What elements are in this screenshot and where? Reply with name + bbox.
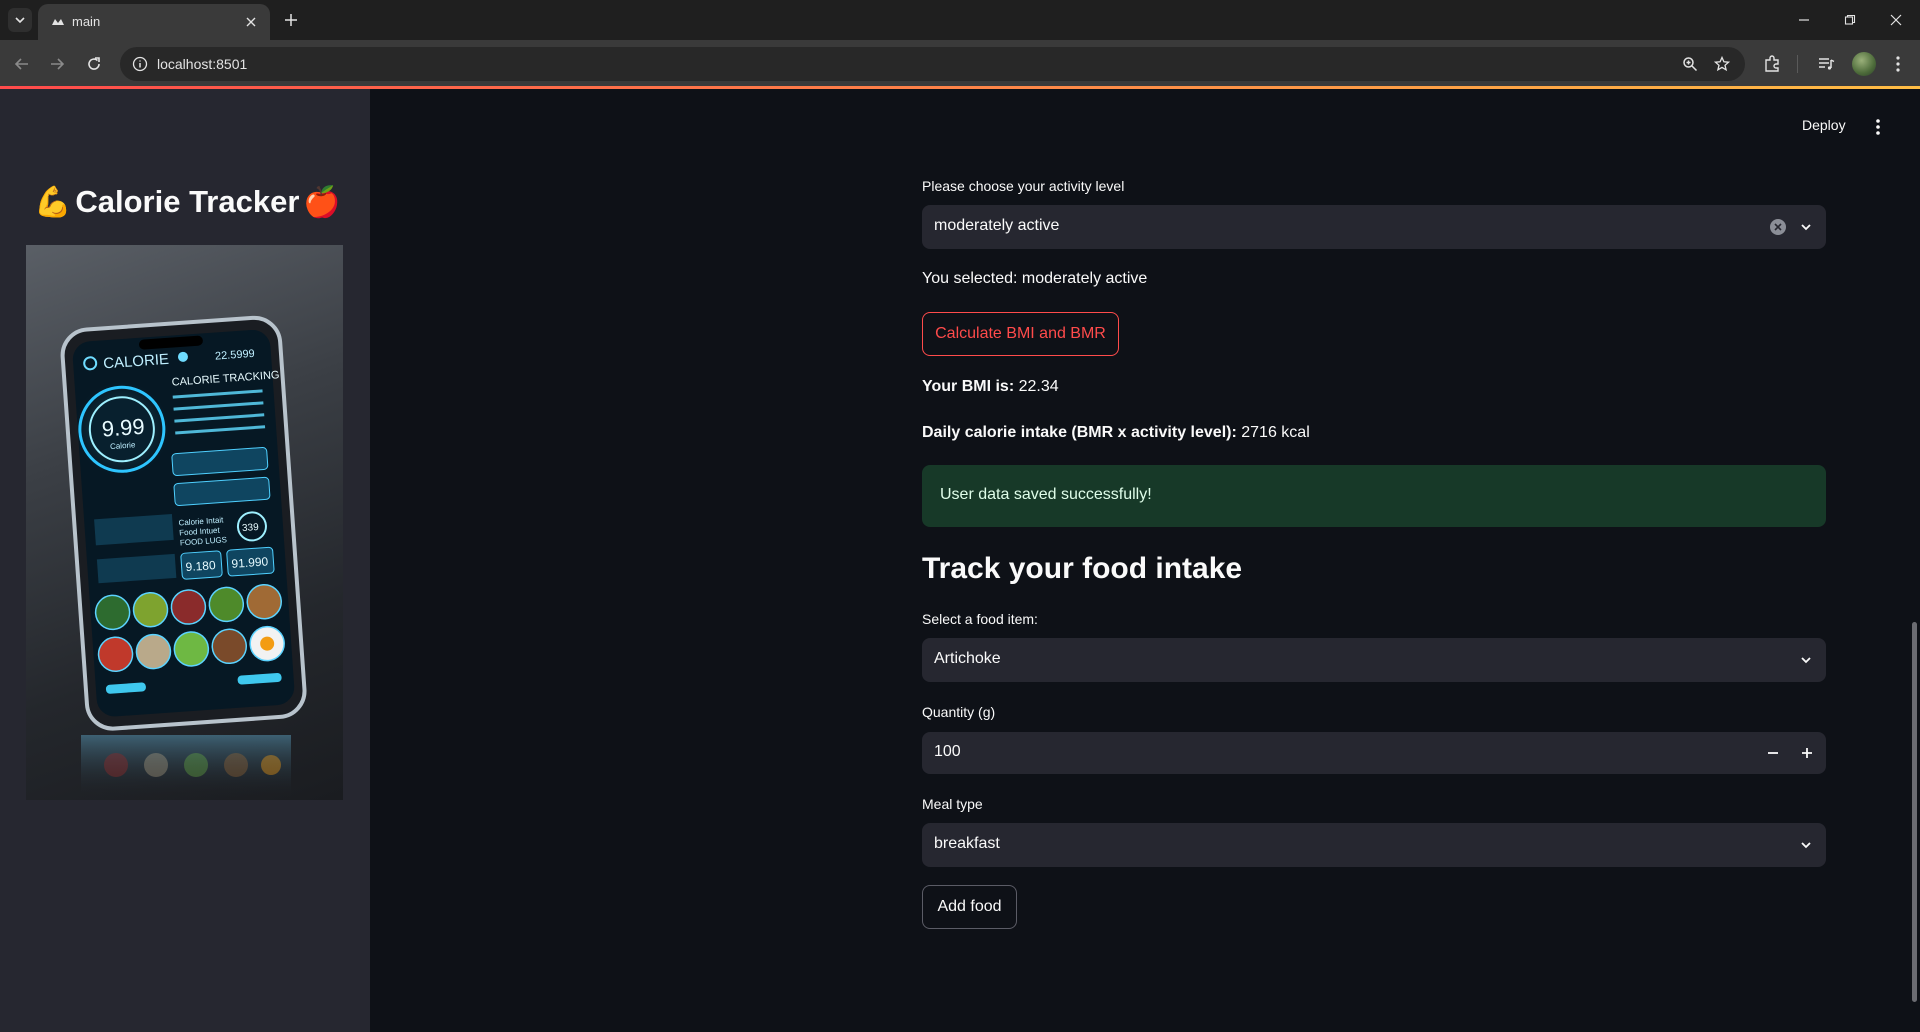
arrow-left-icon xyxy=(14,58,28,70)
hero-tile-value-2: 91.990 xyxy=(231,554,269,571)
site-info-icon[interactable] xyxy=(130,54,150,74)
app-menu-icon[interactable] xyxy=(1868,115,1888,139)
calorie-intake-result: Daily calorie intake (BMR x activity lev… xyxy=(922,424,1310,442)
media-control-icon[interactable] xyxy=(1814,52,1838,76)
chevron-down-icon xyxy=(1796,650,1816,670)
sidebar-title-text: Calorie Tracker xyxy=(75,184,300,219)
food-item-value: Artichoke xyxy=(934,650,1001,667)
bmi-result: Your BMI is: 22.34 xyxy=(922,378,1059,396)
reload-icon xyxy=(88,57,100,70)
tab-strip: main xyxy=(0,0,1920,40)
bmi-value: 22.34 xyxy=(1018,378,1059,395)
calculate-bmi-bmr-button[interactable]: Calculate BMI and BMR xyxy=(922,312,1119,356)
success-alert-text: User data saved successfully! xyxy=(940,486,1152,503)
success-alert: User data saved successfully! xyxy=(922,465,1826,527)
hero-tile-value-1: 9.180 xyxy=(185,558,216,574)
sidebar: 💪 Calorie Tracker 🍎 CALORIE 22.5999 9.99… xyxy=(0,89,370,1032)
bmi-label: Your BMI is: xyxy=(922,378,1015,395)
track-food-heading: Track your food intake xyxy=(922,552,1243,585)
minus-icon xyxy=(1768,752,1778,754)
apple-icon: 🍎 xyxy=(303,185,341,219)
quantity-input[interactable]: 100 xyxy=(922,732,1826,774)
main-scrollbar[interactable] xyxy=(1912,622,1917,1002)
activity-level-value: moderately active xyxy=(934,217,1060,234)
streamlit-favicon-icon xyxy=(52,19,64,25)
sidebar-title: 💪 Calorie Tracker 🍎 xyxy=(34,184,341,220)
meal-type-label: Meal type xyxy=(922,796,983,812)
browser-toolbar: localhost:8501 xyxy=(0,40,1920,87)
back-button[interactable] xyxy=(10,52,34,76)
deploy-button[interactable]: Deploy xyxy=(1802,117,1846,133)
meal-type-select[interactable]: breakfast xyxy=(922,823,1826,867)
extensions-icon[interactable] xyxy=(1760,52,1784,76)
calorie-intake-label: Daily calorie intake (BMR x activity lev… xyxy=(922,424,1237,441)
meal-type-value: breakfast xyxy=(934,835,1000,852)
profile-avatar[interactable] xyxy=(1852,52,1876,76)
calorie-app-hero-image: CALORIE 22.5999 9.99 Calorie CALORIE TRA… xyxy=(26,245,343,800)
quantity-value: 100 xyxy=(934,743,961,760)
tab-search-button[interactable] xyxy=(8,8,32,32)
restore-icon xyxy=(1844,14,1856,25)
chevron-down-icon xyxy=(1796,217,1816,237)
you-selected-text: You selected: moderately active xyxy=(922,270,1148,287)
chevron-down-icon xyxy=(15,17,25,24)
flexed-biceps-icon: 💪 xyxy=(34,185,72,219)
close-window-button[interactable] xyxy=(1884,8,1908,32)
close-icon xyxy=(1890,14,1902,26)
zoom-icon[interactable] xyxy=(1680,54,1700,74)
decrement-button[interactable] xyxy=(1756,732,1790,774)
bookmark-star-icon[interactable] xyxy=(1712,54,1732,74)
plus-icon xyxy=(1802,748,1812,758)
clear-selection-icon[interactable] xyxy=(1770,219,1786,235)
restore-button[interactable] xyxy=(1838,8,1862,32)
activity-level-select[interactable]: moderately active xyxy=(922,205,1826,249)
new-tab-button[interactable] xyxy=(280,9,302,31)
reload-button[interactable] xyxy=(82,52,106,76)
arrow-right-icon xyxy=(51,58,65,70)
quantity-label: Quantity (g) xyxy=(922,704,996,720)
hero-badge-value: 339 xyxy=(242,522,260,534)
tab-title: main xyxy=(72,14,101,29)
plus-icon xyxy=(285,14,297,26)
increment-button[interactable] xyxy=(1790,732,1824,774)
hero-gauge-caption: Calorie xyxy=(110,440,136,451)
minimize-icon xyxy=(1799,19,1809,21)
activity-level-label: Please choose your activity level xyxy=(922,178,1125,194)
chevron-down-icon xyxy=(1796,835,1816,855)
hero-gauge-value: 9.99 xyxy=(101,414,145,442)
food-item-label: Select a food item: xyxy=(922,611,1038,627)
url-text: localhost:8501 xyxy=(157,56,248,72)
tab-main[interactable]: main xyxy=(38,4,270,40)
address-bar[interactable]: localhost:8501 xyxy=(120,47,1745,81)
minimize-button[interactable] xyxy=(1792,8,1816,32)
forward-button[interactable] xyxy=(45,52,69,76)
browser-window: main localhost:8501 💪 Calorie Tracker 🍎 … xyxy=(0,0,1920,1032)
close-tab-icon[interactable] xyxy=(242,13,260,31)
food-item-select[interactable]: Artichoke xyxy=(922,638,1826,682)
add-food-button[interactable]: Add food xyxy=(922,885,1017,929)
calorie-intake-value: 2716 kcal xyxy=(1241,424,1310,441)
browser-menu-icon[interactable] xyxy=(1886,52,1910,76)
toolbar-separator xyxy=(1797,55,1798,73)
